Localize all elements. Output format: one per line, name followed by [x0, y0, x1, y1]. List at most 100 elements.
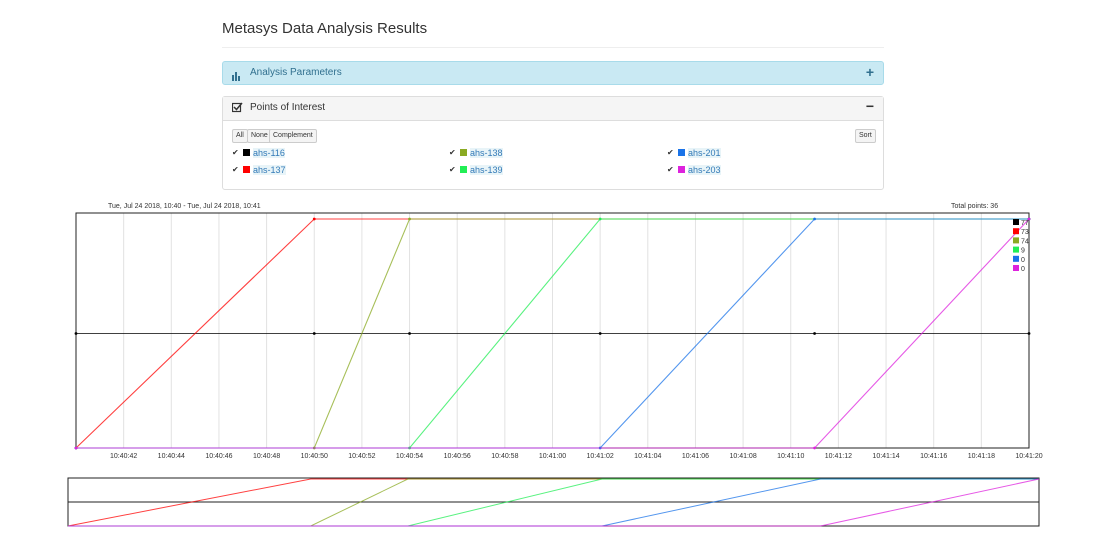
legend-swatch — [1013, 255, 1019, 262]
legend-value: 9 — [1021, 248, 1025, 255]
x-tick-label: 10:40:52 — [348, 453, 375, 460]
legend-swatch — [1013, 219, 1019, 225]
poi-label[interactable]: ahs-203 — [688, 165, 721, 175]
data-point — [408, 446, 411, 450]
analysis-parameters-title[interactable]: Analysis Parameters — [250, 67, 342, 78]
data-point — [813, 332, 816, 335]
poi-label[interactable]: ahs-138 — [470, 148, 503, 158]
checkbox-icon — [231, 102, 243, 116]
x-tick-label: 10:41:14 — [872, 453, 899, 460]
poi-label[interactable]: ahs-116 — [253, 148, 285, 158]
data-point — [1027, 217, 1031, 221]
color-swatch — [243, 166, 250, 173]
data-point — [598, 446, 602, 450]
grid-lines — [123, 213, 1030, 448]
x-tick-label: 10:41:12 — [825, 453, 852, 460]
x-tick-label: 10:41:20 — [1015, 453, 1042, 460]
color-swatch — [243, 149, 250, 156]
data-point — [1027, 217, 1031, 221]
checkbox[interactable]: ✔ — [667, 149, 675, 157]
overview-line-5 — [68, 478, 1040, 527]
poi-label[interactable]: ahs-139 — [470, 165, 503, 175]
x-tick-label: 10:41:00 — [539, 453, 566, 460]
checkbox[interactable]: ✔ — [449, 149, 457, 157]
legend-value: 77 — [1021, 220, 1029, 227]
expand-icon[interactable]: + — [866, 64, 874, 80]
x-tick-label: 10:41:10 — [777, 453, 804, 460]
x-tick-label: 10:41:04 — [634, 453, 661, 460]
x-tick-label: 10:40:42 — [110, 453, 137, 460]
x-tick-label: 10:40:46 — [205, 453, 232, 460]
data-point — [1027, 332, 1031, 335]
legend-value: 74 — [1021, 238, 1029, 245]
x-tick-label: 10:40:44 — [158, 453, 185, 460]
overview-line-4 — [68, 478, 1039, 527]
legend-swatch — [1013, 246, 1019, 253]
title-divider — [222, 47, 884, 48]
legend-value: 0 — [1021, 266, 1025, 273]
data-point — [74, 446, 78, 450]
page-title: Metasys Data Analysis Results — [222, 20, 428, 37]
x-tick-label: 10:41:18 — [968, 453, 995, 460]
data-point — [408, 217, 411, 221]
color-swatch — [678, 149, 685, 156]
bar-chart-icon — [232, 68, 242, 86]
data-point — [598, 217, 602, 221]
color-swatch — [460, 149, 467, 156]
analysis-parameters-panel[interactable]: Analysis Parameters + — [222, 61, 884, 85]
x-axis-ticks: 10:40:42 10:40:44 10:40:46 10:40:48 10:40:50… — [110, 453, 1043, 460]
x-tick-label: 10:40:54 — [396, 453, 423, 460]
x-tick-label: 10:40:58 — [491, 453, 518, 460]
total-points: Total points: 36 — [951, 203, 999, 210]
complement-button[interactable]: Complement — [269, 129, 317, 143]
data-point — [813, 446, 816, 450]
poi-label[interactable]: ahs-201 — [688, 148, 721, 158]
legend-value: 73 — [1021, 229, 1029, 236]
checkbox[interactable]: ✔ — [449, 166, 457, 174]
x-tick-label: 10:40:50 — [301, 453, 328, 460]
x-tick-label: 10:40:48 — [253, 453, 280, 460]
x-tick-label: 10:41:02 — [587, 453, 614, 460]
series-line-5 — [76, 218, 1030, 449]
overview-chart — [67, 477, 1040, 527]
collapse-icon[interactable]: − — [866, 98, 874, 114]
data-point — [598, 332, 602, 335]
data-point — [312, 217, 316, 221]
series-line-2 — [76, 218, 1029, 449]
x-tick-label: 10:41:16 — [920, 453, 947, 460]
legend: 77 73 74 9 0 0 — [1013, 219, 1029, 273]
checkbox[interactable]: ✔ — [232, 149, 240, 157]
x-tick-label: 10:41:08 — [729, 453, 756, 460]
legend-swatch — [1013, 237, 1019, 244]
x-tick-label: 10:40:56 — [444, 453, 471, 460]
data-point — [408, 332, 411, 335]
legend-swatch — [1013, 228, 1019, 235]
data-point — [1027, 217, 1031, 221]
color-swatch — [678, 166, 685, 173]
data-point — [813, 217, 816, 221]
sort-button[interactable]: Sort — [855, 129, 876, 143]
overview-series — [67, 478, 1040, 527]
overview-line-2 — [68, 478, 1039, 527]
poi-label[interactable]: ahs-137 — [253, 165, 286, 175]
data-point — [1027, 217, 1031, 221]
legend-value: 0 — [1021, 257, 1025, 264]
checkbox[interactable]: ✔ — [667, 166, 675, 174]
series-line-4 — [76, 218, 1029, 449]
x-tick-label: 10:41:06 — [682, 453, 709, 460]
series-lines — [74, 217, 1031, 450]
series-line-1 — [75, 218, 1029, 449]
data-point — [74, 446, 78, 450]
data-point — [312, 446, 316, 450]
data-point — [312, 332, 316, 335]
points-of-interest-header[interactable]: Points of Interest − — [223, 97, 883, 121]
points-of-interest-title[interactable]: Points of Interest — [250, 102, 325, 113]
overview-line-3 — [68, 478, 1039, 527]
data-point — [74, 446, 78, 450]
checkbox[interactable]: ✔ — [232, 166, 240, 174]
data-point — [1027, 217, 1031, 221]
color-swatch — [460, 166, 467, 173]
data-point — [74, 332, 78, 335]
overview-line-1 — [67, 478, 1039, 527]
select-all-button[interactable]: All — [232, 129, 248, 143]
